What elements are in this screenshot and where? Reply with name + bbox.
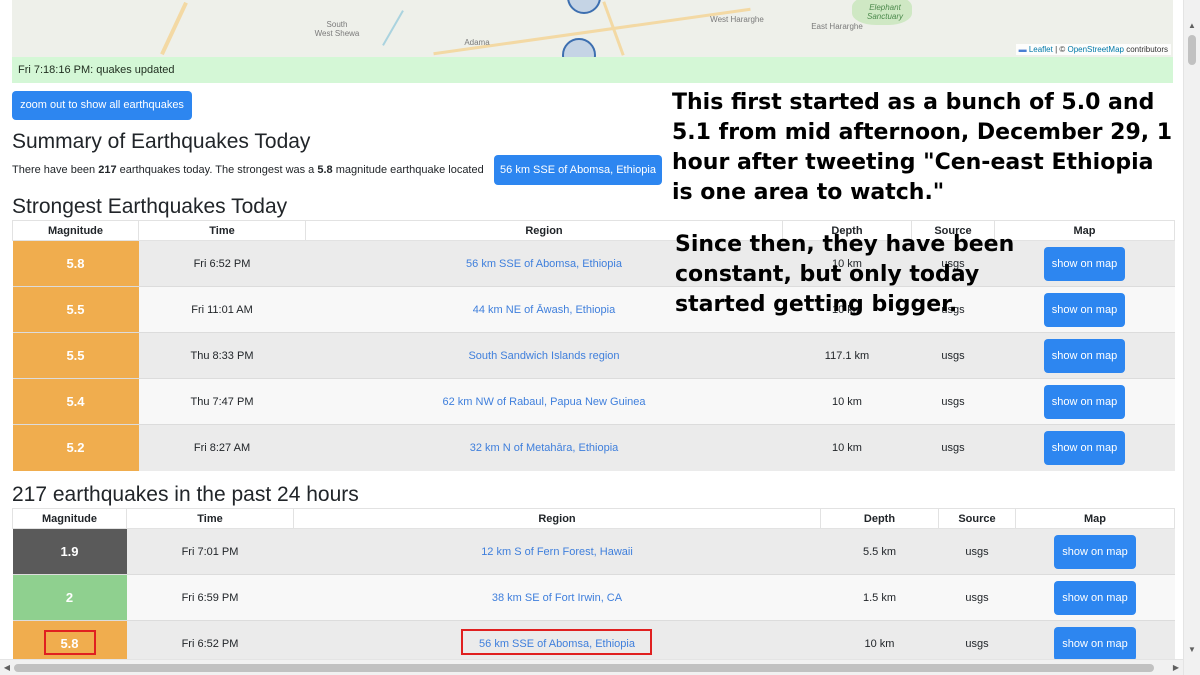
col-source[interactable]: Source	[938, 508, 1016, 529]
map-cell: show on map	[1015, 574, 1175, 621]
summary-magnitude: 5.8	[317, 164, 333, 176]
summary-suffix: magnitude earthquake located	[332, 164, 484, 176]
scroll-down-icon[interactable]: ▼	[1184, 641, 1200, 658]
show-on-map-button[interactable]: show on map	[1054, 626, 1136, 661]
zoom-out-button[interactable]: zoom out to show all earthquakes	[12, 91, 192, 120]
time-cell: Fri 11:01 AM	[138, 286, 306, 333]
region-link[interactable]: 62 km NW of Rabaul, Papua New Guinea	[305, 378, 783, 425]
source-cell: usgs	[938, 528, 1016, 575]
summary-text: There have been 217 earthquakes today. T…	[12, 155, 484, 185]
summary-title: Summary of Earthquakes Today	[12, 130, 311, 153]
source-cell: usgs	[911, 424, 995, 471]
magnitude-cell: 5.4	[12, 378, 139, 425]
map-label-east-hararghe: East Hararghe	[811, 22, 863, 31]
attribution-contributors: contributors	[1123, 45, 1168, 54]
strongest-location-button[interactable]: 56 km SSE of Abomsa, Ethiopia	[494, 155, 662, 185]
vertical-scroll-thumb[interactable]	[1188, 35, 1196, 65]
col-depth[interactable]: Depth	[820, 508, 939, 529]
highlight-box-region	[461, 629, 652, 655]
magnitude-cell: 5.8	[12, 240, 139, 287]
col-map[interactable]: Map	[1015, 508, 1175, 529]
time-cell: Thu 7:47 PM	[138, 378, 306, 425]
source-cell: usgs	[938, 574, 1016, 621]
horizontal-scrollbar[interactable]: ◀ ▶	[0, 659, 1183, 675]
region-link[interactable]: South Sandwich Islands region	[305, 332, 783, 379]
time-cell: Fri 6:52 PM	[138, 240, 306, 287]
magnitude-cell: 5.5	[12, 332, 139, 379]
map-road	[160, 1, 188, 56]
region-link[interactable]: 38 km SE of Fort Irwin, CA	[293, 574, 821, 621]
attribution-separator: | ©	[1052, 45, 1068, 54]
earthquake-marker[interactable]	[567, 0, 601, 14]
highlight-box-magnitude	[44, 630, 96, 655]
depth-cell: 10 km	[782, 378, 912, 425]
map-label-adama: Adama	[464, 38, 490, 47]
time-cell: Thu 8:33 PM	[138, 332, 306, 379]
scroll-up-icon[interactable]: ▲	[1184, 17, 1200, 34]
col-time[interactable]: Time	[126, 508, 294, 529]
map-cell: show on map	[994, 378, 1175, 425]
source-cell: usgs	[911, 332, 995, 379]
map-attribution: ▬ Leaflet | © OpenStreetMap contributors	[1015, 44, 1171, 55]
depth-cell: 117.1 km	[782, 332, 912, 379]
col-region[interactable]: Region	[293, 508, 821, 529]
horizontal-scroll-thumb[interactable]	[14, 664, 1154, 672]
col-time[interactable]: Time	[138, 220, 306, 241]
show-on-map-button[interactable]: show on map	[1043, 430, 1126, 465]
table-row: 5.4 Thu 7:47 PM 62 km NW of Rabaul, Papua …	[12, 378, 1175, 425]
earthquake-map[interactable]: South West Shewa Adama West Hararghe Eas…	[12, 0, 1173, 57]
show-on-map-button[interactable]: show on map	[1054, 534, 1136, 569]
show-on-map-button[interactable]: show on map	[1043, 246, 1126, 281]
summary-middle: earthquakes today. The strongest was a	[116, 164, 318, 176]
magnitude-cell: 2	[12, 574, 127, 621]
osm-link[interactable]: OpenStreetMap	[1067, 45, 1123, 54]
map-cell: show on map	[994, 424, 1175, 471]
time-cell: Fri 8:27 AM	[138, 424, 306, 471]
time-cell: Fri 6:59 PM	[126, 574, 294, 621]
earthquake-marker[interactable]	[562, 38, 596, 57]
map-river	[382, 10, 404, 46]
table-row: 1.9 Fri 7:01 PM 12 km S of Fern Forest, Ha…	[12, 528, 1175, 575]
region-link[interactable]: 32 km N of Metahāra, Ethiopia	[305, 424, 783, 471]
table-row: 5.2 Fri 8:27 AM 32 km N of Metahāra, Ethio…	[12, 424, 1175, 471]
show-on-map-button[interactable]: show on map	[1043, 384, 1126, 419]
table-header-row: Magnitude Time Region Depth Source Map	[12, 508, 1175, 529]
time-cell: Fri 7:01 PM	[126, 528, 294, 575]
summary-count: 217	[98, 164, 117, 176]
annotation-text-second: Since then, they have been constant, but…	[675, 232, 1015, 317]
region-link[interactable]: 12 km S of Fern Forest, Hawaii	[293, 528, 821, 575]
annotation-text-first: This first started as a bunch of 5.0 and…	[672, 88, 1177, 208]
map-cell: show on map	[1015, 528, 1175, 575]
table-row: 5.5 Thu 8:33 PM South Sandwich Islands reg…	[12, 332, 1175, 379]
depth-cell: 5.5 km	[820, 528, 939, 575]
leaflet-link[interactable]: Leaflet	[1029, 45, 1053, 54]
show-on-map-button[interactable]: show on map	[1043, 338, 1126, 373]
depth-cell: 10 km	[782, 424, 912, 471]
table-row: 2 Fri 6:59 PM 38 km SE of Fort Irwin, CA 1.…	[12, 574, 1175, 621]
scroll-right-icon[interactable]: ▶	[1169, 660, 1183, 675]
source-cell: usgs	[911, 378, 995, 425]
col-magnitude[interactable]: Magnitude	[12, 220, 139, 241]
strongest-title: Strongest Earthquakes Today	[12, 195, 288, 218]
update-status: Fri 7:18:16 PM: quakes updated	[12, 57, 1173, 83]
summary-prefix: There have been	[12, 164, 99, 176]
vertical-scrollbar[interactable]: ▲ ▼	[1183, 0, 1200, 675]
show-on-map-button[interactable]: show on map	[1043, 292, 1126, 327]
map-label-west-hararghe: West Hararghe	[710, 15, 764, 24]
show-on-map-button[interactable]: show on map	[1054, 580, 1136, 615]
map-cell: show on map	[994, 332, 1175, 379]
scroll-left-icon[interactable]: ◀	[0, 660, 14, 675]
map-label-south-west-shewa: South West Shewa	[314, 20, 360, 38]
recent-title: 217 earthquakes in the past 24 hours	[12, 483, 359, 506]
col-magnitude[interactable]: Magnitude	[12, 508, 127, 529]
ukraine-flag-icon: ▬	[1018, 45, 1027, 54]
depth-cell: 1.5 km	[820, 574, 939, 621]
magnitude-cell: 5.5	[12, 286, 139, 333]
map-label-elephant-sanctuary: Elephant Sanctuary	[866, 3, 904, 21]
magnitude-cell: 5.2	[12, 424, 139, 471]
magnitude-cell: 1.9	[12, 528, 127, 575]
